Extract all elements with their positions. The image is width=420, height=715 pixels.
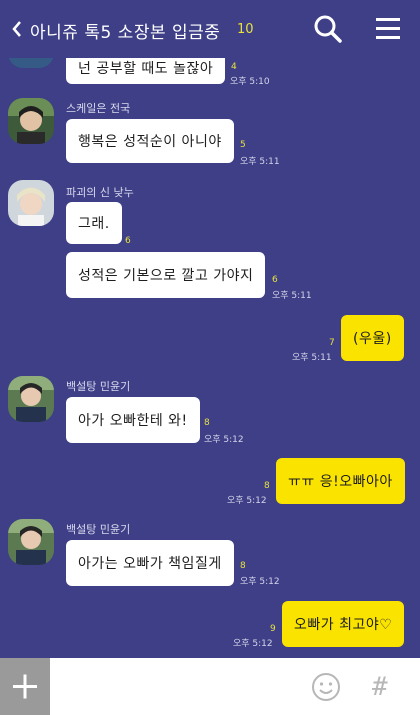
unread-count: 6 (272, 275, 278, 285)
sender-name: 백설탕 민윤기 (66, 523, 131, 536)
input-bar: # (0, 658, 420, 715)
message-bubble[interactable]: 그래. (66, 202, 122, 244)
chat-area[interactable]: 넌 공부할 때도 놀잖아 4 오후 5:10 스케일은 전국 행복은 성적순이 … (0, 58, 420, 658)
message-time: 오후 5:12 (204, 435, 244, 445)
message-input[interactable] (50, 658, 305, 715)
message-text: ㅠㅠ 응!오빠아아 (288, 474, 393, 490)
hash-icon[interactable]: # (372, 672, 388, 702)
message-text: 아가 오빠한테 와! (78, 413, 188, 429)
emoji-icon[interactable] (311, 672, 341, 702)
member-count: 10 (237, 22, 254, 37)
message-bubble[interactable]: 행복은 성적순이 아니야 (66, 119, 234, 163)
message-bubble[interactable]: 오빠가 최고야♡ (282, 601, 405, 647)
sender-name: 스케일은 전국 (66, 102, 131, 115)
avatar[interactable] (8, 376, 54, 422)
sender-name: 백설탕 민윤기 (66, 380, 131, 393)
avatar[interactable] (8, 58, 54, 68)
message-time: 오후 5:11 (292, 353, 332, 363)
unread-count: 8 (240, 561, 246, 571)
message-text: 그래. (78, 216, 110, 232)
plus-button[interactable] (0, 658, 50, 715)
message-text: 행복은 성적순이 아니야 (78, 134, 222, 150)
chat-header: 아니쥬 톡5 소장본 입금중 10 (0, 0, 420, 58)
back-icon[interactable] (8, 14, 28, 44)
message-text: 성적은 기본으로 깔고 가야지 (78, 268, 254, 284)
avatar[interactable] (8, 519, 54, 565)
message-time: 오후 5:12 (240, 577, 280, 587)
menu-icon[interactable] (374, 16, 402, 42)
message-text: 넌 공부할 때도 놀잖아 (78, 61, 214, 77)
message-bubble[interactable]: (우울) (341, 315, 404, 361)
sender-name: 파괴의 신 낮누 (66, 186, 134, 199)
unread-count: 4 (231, 62, 237, 72)
unread-count: 8 (204, 418, 210, 428)
message-bubble[interactable]: 넌 공부할 때도 놀잖아 (66, 58, 226, 84)
message-text: 오빠가 최고야♡ (294, 617, 393, 633)
search-icon[interactable] (313, 14, 343, 44)
message-bubble[interactable]: 아가 오빠한테 와! (66, 397, 200, 443)
unread-count: 9 (270, 624, 276, 634)
message-time: 오후 5:10 (230, 77, 270, 87)
message-text: (우울) (353, 331, 392, 347)
avatar[interactable] (8, 180, 54, 226)
unread-count: 6 (125, 236, 131, 246)
message-bubble[interactable]: 아가는 오빠가 책임질게 (66, 540, 234, 586)
message-time: 오후 5:11 (240, 157, 280, 167)
message-bubble[interactable]: ㅠㅠ 응!오빠아아 (276, 458, 405, 504)
unread-count: 5 (240, 140, 246, 150)
message-time: 오후 5:12 (227, 496, 267, 506)
unread-count: 8 (264, 481, 270, 491)
avatar[interactable] (8, 98, 54, 144)
unread-count: 7 (329, 338, 335, 348)
plus-icon (13, 674, 37, 699)
message-time: 오후 5:12 (233, 639, 273, 649)
chat-title: 아니쥬 톡5 소장본 입금중 (30, 23, 221, 43)
message-text: 아가는 오빠가 책임질게 (78, 556, 222, 572)
message-time: 오후 5:11 (272, 291, 312, 301)
message-bubble[interactable]: 성적은 기본으로 깔고 가야지 (66, 252, 266, 298)
